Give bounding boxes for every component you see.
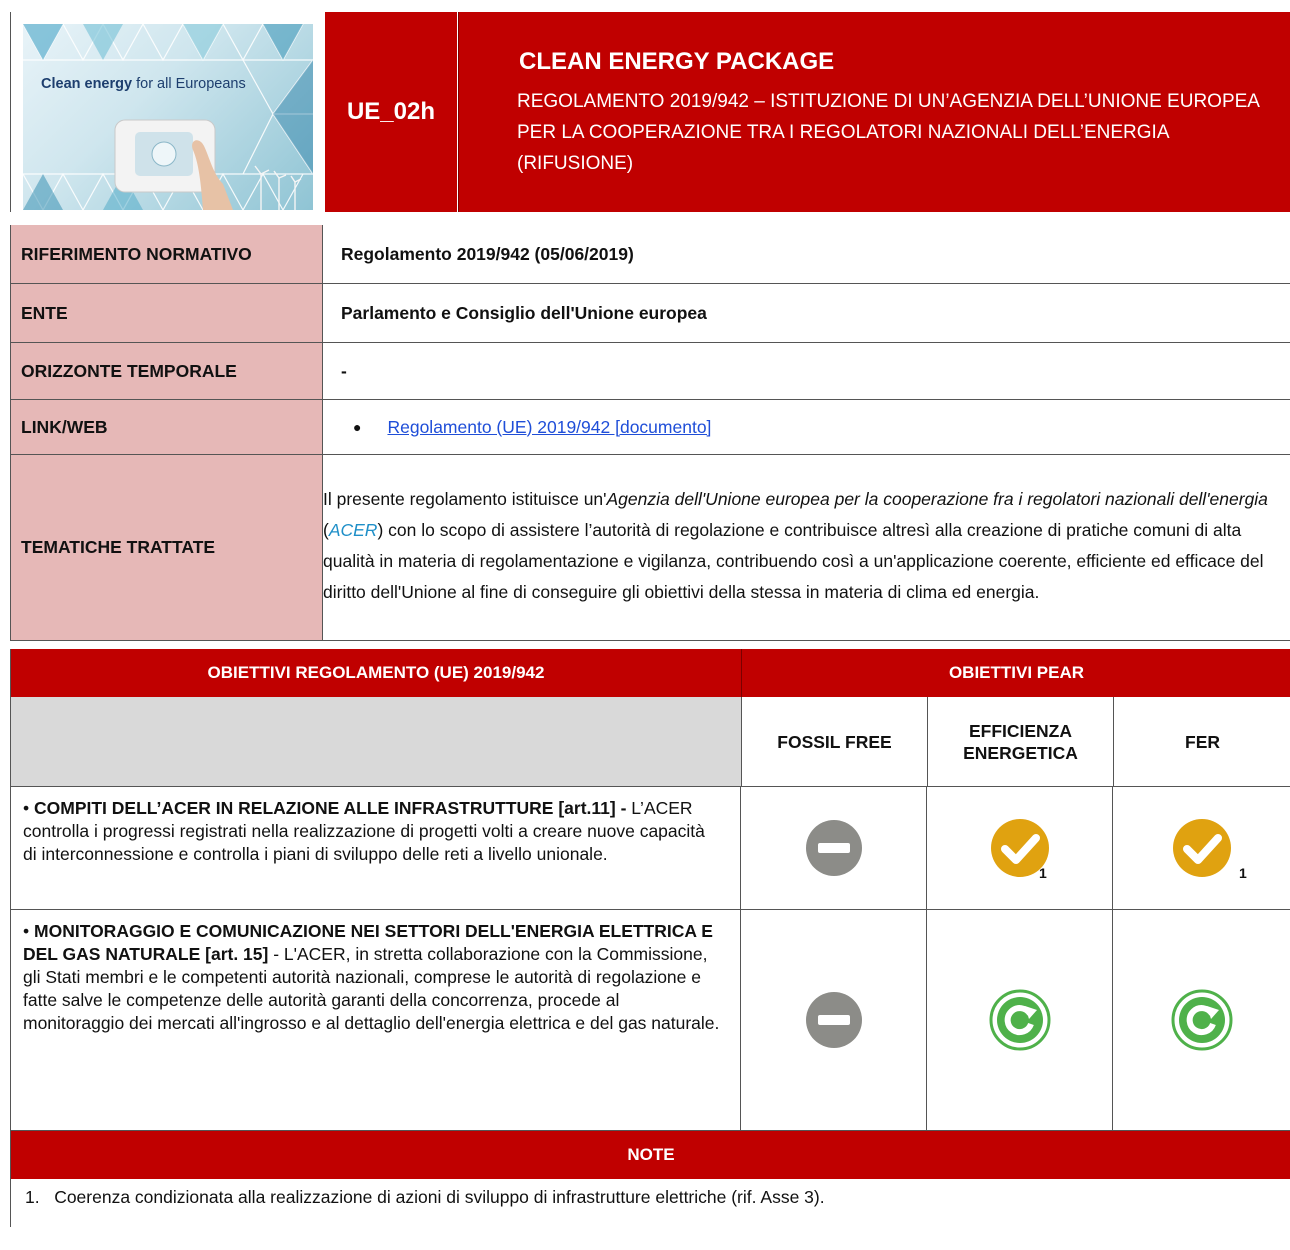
minus-icon [805,992,862,1048]
bullet-icon: ● [353,419,362,435]
info-row-tematiche: TEMATICHE TRATTATE Il presente regolamen… [10,455,1290,641]
check-icon [1173,819,1231,877]
tematiche-value: Il presente regolamento istituisce un'Ag… [323,488,1268,602]
info-table: RIFERIMENTO NORMATIVO Regolamento 2019/9… [10,225,1290,641]
orizzonte-value: - [341,360,347,381]
table-row: • MONITORAGGIO E COMUNICAZIONE NEI SETTO… [11,910,1290,1131]
fer-cell: 1 [1113,787,1290,909]
regulation-subtitle: REGOLAMENTO 2019/942 – ISTITUZIONE DI UN… [517,91,1259,174]
note-reference: 1 [1039,865,1047,881]
refresh-icon [1171,989,1233,1051]
note-item: Coerenza condizionata alla realizzazione… [54,1187,825,1207]
clean-energy-logo-image: Clean energy for all Europeans [23,24,313,210]
logo-text: Clean energy for all Europeans [41,76,246,92]
riferimento-value: Regolamento 2019/942 (05/06/2019) [341,243,634,264]
objectives-table: OBIETTIVI REGOLAMENTO (UE) 2019/942 OBIE… [10,649,1290,1227]
link-value: ● Regolamento (UE) 2019/942 [documento] [323,400,1290,454]
title-block: CLEAN ENERGY PACKAGE REGOLAMENTO 2019/94… [458,12,1290,212]
note-number: 1. [25,1187,55,1207]
minus-icon [805,820,862,876]
info-row-link: LINK/WEB ● Regolamento (UE) 2019/942 [do… [10,400,1290,455]
blank-gray-cell [11,697,742,786]
objectives-subheader: FOSSIL FREE EFFICIENZA ENERGETICA FER [11,697,1290,787]
ente-label: ENTE [10,284,323,342]
ente-value: Parlamento e Consiglio dell'Unione europ… [341,302,707,323]
notes-header: NOTE [11,1131,1290,1179]
objective-text: • MONITORAGGIO E COMUNICAZIONE NEI SETTO… [11,910,741,1130]
info-row-riferimento: RIFERIMENTO NORMATIVO Regolamento 2019/9… [10,225,1290,284]
tematiche-label: TEMATICHE TRATTATE [10,455,323,640]
notes-list: 1. Coerenza condizionata alla realizzazi… [11,1179,1290,1227]
efficienza-cell [927,910,1113,1130]
link-label: LINK/WEB [10,400,323,454]
header: Clean energy for all Europeans UE_02h CL… [10,12,1290,212]
table-row: • COMPITI DELL’ACER IN RELAZIONE ALLE IN… [11,787,1290,910]
refresh-icon [989,989,1050,1051]
efficienza-cell: 1 [927,787,1113,909]
info-row-orizzonte: ORIZZONTE TEMPORALE - [10,343,1290,400]
efficienza-header: EFFICIENZA ENERGETICA [928,697,1114,786]
info-row-ente: ENTE Parlamento e Consiglio dell'Unione … [10,284,1290,343]
regulation-document-link[interactable]: Regolamento (UE) 2019/942 [documento] [387,417,711,438]
acer-link[interactable]: ACER [329,520,378,540]
riferimento-label: RIFERIMENTO NORMATIVO [10,225,323,283]
package-title: CLEAN ENERGY PACKAGE [519,48,835,75]
objectives-pear-header: OBIETTIVI PEAR [948,663,1085,682]
fer-cell [1113,910,1290,1130]
orizzonte-label: ORIZZONTE TEMPORALE [10,343,323,399]
objectives-header: OBIETTIVI REGOLAMENTO (UE) 2019/942 OBIE… [11,649,1290,697]
fer-header: FER [1185,731,1220,752]
fossil-free-header: FOSSIL FREE [742,697,928,786]
fossil-free-cell [741,787,927,909]
note-reference: 1 [1239,865,1247,881]
objectives-regulation-header: OBIETTIVI REGOLAMENTO (UE) 2019/942 [11,649,742,697]
document-page: Clean energy for all Europeans UE_02h CL… [10,12,1290,1227]
fossil-free-cell [741,910,927,1130]
objective-text: • COMPITI DELL’ACER IN RELAZIONE ALLE IN… [11,787,741,909]
document-code: UE_02h [325,12,457,212]
